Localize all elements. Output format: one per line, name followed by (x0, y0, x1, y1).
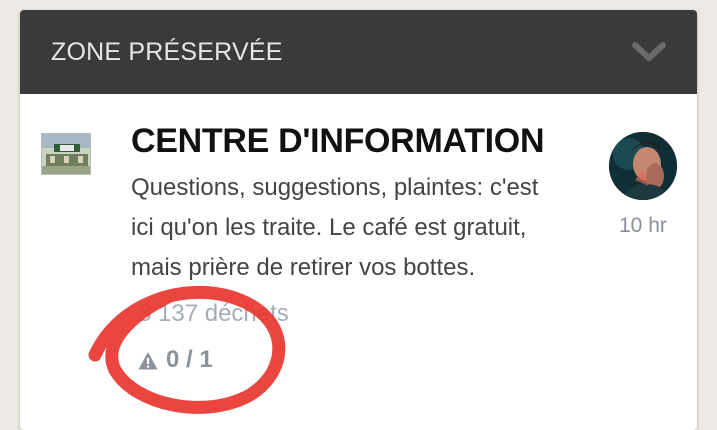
topic-description: Questions, suggestions, plaintes: c'est … (131, 168, 601, 288)
avatar[interactable] (609, 132, 677, 200)
topic-title[interactable]: CENTRE D'INFORMATION (131, 122, 545, 161)
warning-icon (138, 350, 158, 370)
chevron-down-icon[interactable] (632, 41, 666, 63)
topic-thumbnail-image[interactable] (41, 133, 91, 175)
category-header[interactable]: ZONE PRÉSERVÉE (20, 10, 697, 94)
topic-description-line: ici qu'on les traite. Le café est gratui… (131, 214, 527, 241)
topic-description-line: Questions, suggestions, plaintes: c'est (131, 174, 539, 201)
category-title: ZONE PRÉSERVÉE (51, 37, 283, 66)
topic-description-line: mais prière de retirer vos bottes. (131, 254, 476, 281)
posts-count: 3 137 déchets (138, 300, 289, 327)
flag-count-badge[interactable]: 0 / 1 (138, 346, 213, 374)
last-activity-time[interactable]: 10 hr (619, 214, 667, 238)
category-card: ZONE PRÉSERVÉE CENTRE D'INFORMATION Ques… (20, 10, 697, 430)
flag-count: 0 / 1 (166, 346, 213, 373)
